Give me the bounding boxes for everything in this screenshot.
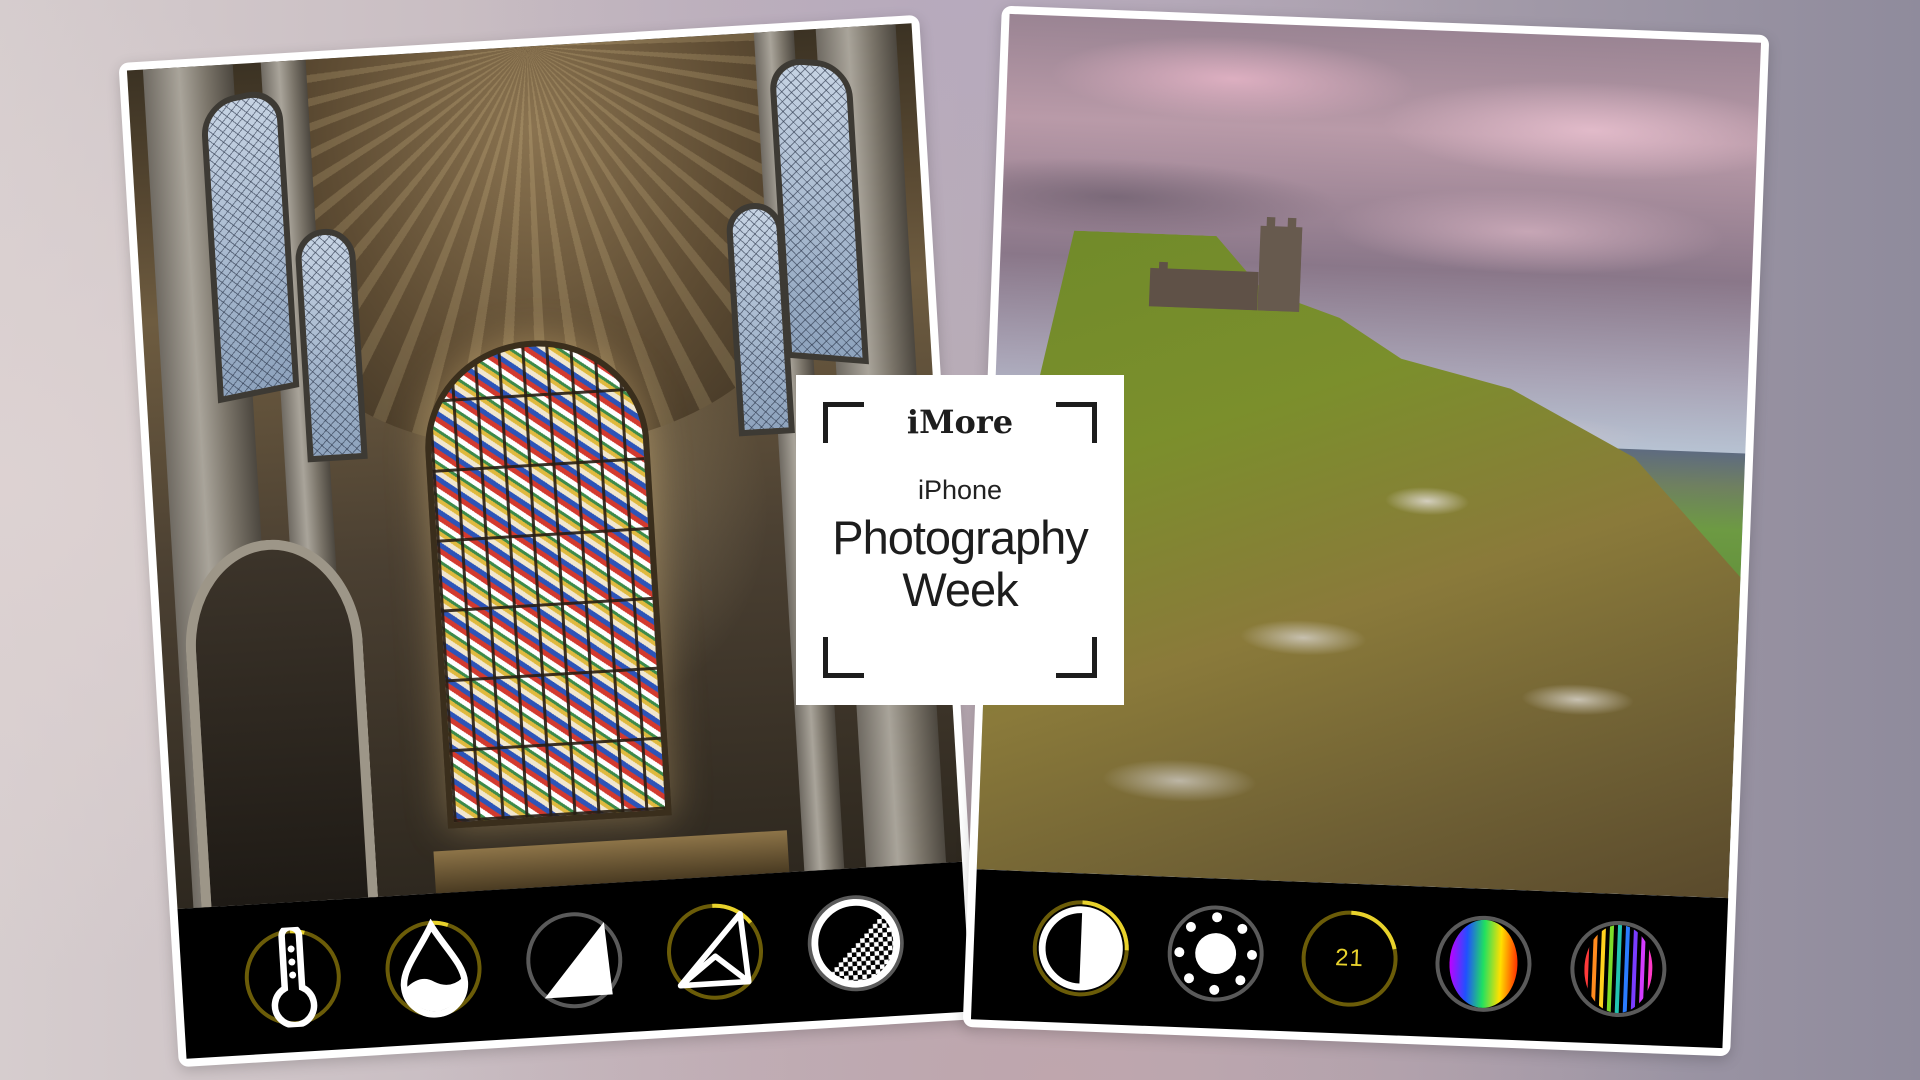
contrast-dial[interactable] (1029, 896, 1133, 1000)
value-dial[interactable]: 21 (1298, 907, 1402, 1011)
saturation-spectrum-icon (1432, 912, 1536, 1016)
viewfinder-corner-bottom-left (823, 637, 864, 678)
stone-arch (179, 534, 378, 908)
edit-toolbar-right: 21 (970, 869, 1729, 1049)
tone-dial[interactable] (803, 890, 909, 996)
vibrance-dial[interactable] (1566, 917, 1670, 1021)
brand-logo: iMore (906, 403, 1014, 441)
thermometer-icon (239, 924, 345, 1030)
shadows-dial[interactable] (662, 899, 768, 1005)
imore-photography-week-badge: iMore iPhone Photography Week (796, 375, 1124, 705)
brightness-dial[interactable] (1163, 902, 1267, 1006)
dial-value: 21 (1298, 907, 1402, 1011)
saturation-dial[interactable] (1432, 912, 1536, 1016)
badge-title: Photography Week (796, 512, 1124, 616)
temperature-dial[interactable] (239, 924, 345, 1030)
church-tower (1149, 212, 1303, 312)
viewfinder-corner-bottom-right (1056, 637, 1097, 678)
sun-icon (1163, 902, 1267, 1006)
contrast-hatched-circle-icon (803, 890, 909, 996)
droplet-icon (380, 916, 486, 1022)
shadows-triangle-icon (662, 899, 768, 1005)
tint-dial[interactable] (380, 916, 486, 1022)
stained-glass-window (419, 333, 673, 829)
highlights-dial[interactable] (521, 907, 627, 1013)
highlights-triangle-icon (521, 907, 627, 1013)
vibrance-stripes-icon (1566, 917, 1670, 1021)
badge-title-line2: Week (902, 563, 1018, 616)
tower (1257, 216, 1303, 312)
badge-title-line1: Photography (832, 511, 1089, 564)
dial-value-text: 21 (1334, 944, 1365, 973)
contrast-icon (1029, 896, 1133, 1000)
church-wall (1149, 261, 1259, 310)
badge-subtitle: iPhone (917, 475, 1003, 505)
